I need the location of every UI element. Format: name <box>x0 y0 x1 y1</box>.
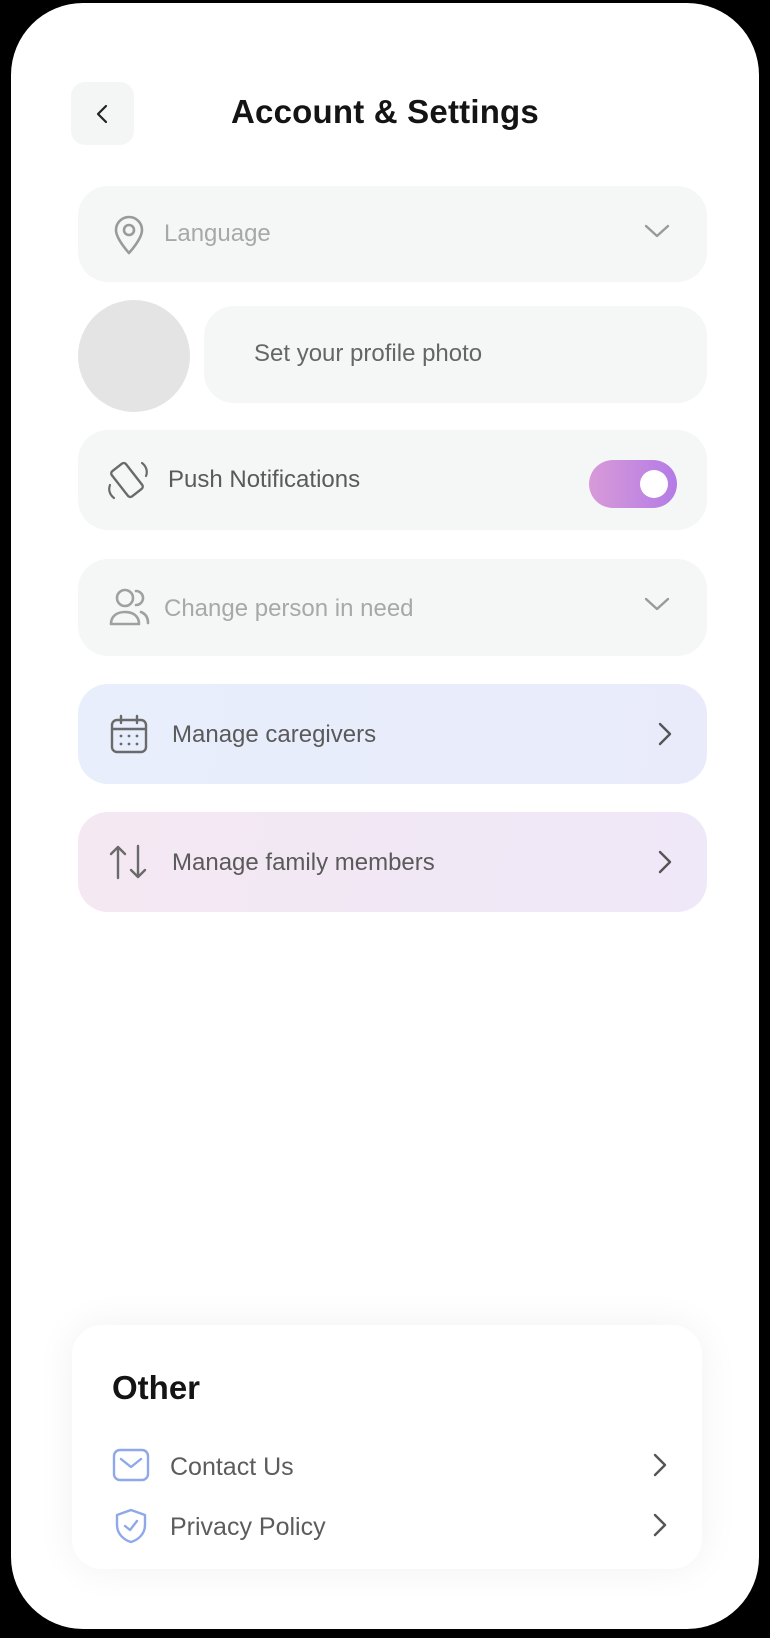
arrows-up-down-icon <box>108 844 148 880</box>
other-section: Other Contact Us Privacy Policy <box>72 1325 702 1569</box>
chevron-down-icon <box>643 222 671 240</box>
language-placeholder: Language <box>164 220 271 247</box>
manage-caregivers-button[interactable]: Manage caregivers <box>78 684 707 784</box>
chevron-right-icon <box>657 721 673 747</box>
person-in-need-placeholder: Change person in need <box>164 595 414 622</box>
chevron-right-icon <box>657 849 673 875</box>
other-section-title: Other <box>112 1369 201 1406</box>
chevron-right-icon <box>652 1512 668 1543</box>
location-pin-icon <box>110 214 148 256</box>
language-select[interactable]: Language <box>78 186 707 282</box>
calendar-icon <box>110 714 148 754</box>
page-title: Account & Settings <box>231 93 539 130</box>
phone-screen: Account & Settings Language Set your pro… <box>11 3 759 1629</box>
shield-check-icon <box>112 1507 150 1550</box>
manage-family-label: Manage family members <box>172 849 435 876</box>
privacy-policy-link[interactable]: Privacy Policy <box>112 1503 672 1547</box>
push-notifications-label: Push Notifications <box>168 466 361 493</box>
profile-photo-label: Set your profile photo <box>254 340 483 367</box>
contact-us-label: Contact Us <box>170 1453 294 1481</box>
privacy-policy-label: Privacy Policy <box>170 1513 326 1541</box>
chevron-down-icon <box>643 595 671 613</box>
toggle-knob <box>640 470 668 498</box>
change-person-select[interactable]: Change person in need <box>78 559 707 656</box>
contact-us-link[interactable]: Contact Us <box>112 1443 672 1487</box>
manage-caregivers-label: Manage caregivers <box>172 721 377 748</box>
chevron-right-icon <box>652 1452 668 1483</box>
push-notifications-toggle[interactable] <box>589 460 677 508</box>
avatar[interactable] <box>78 300 190 412</box>
manage-family-members-button[interactable]: Manage family members <box>78 812 707 912</box>
push-notifications-row: Push Notifications <box>78 430 707 530</box>
set-profile-photo-button[interactable]: Set your profile photo <box>204 306 707 403</box>
phone-vibrate-icon <box>106 459 150 503</box>
mail-icon <box>112 1447 150 1488</box>
users-icon <box>108 586 150 628</box>
